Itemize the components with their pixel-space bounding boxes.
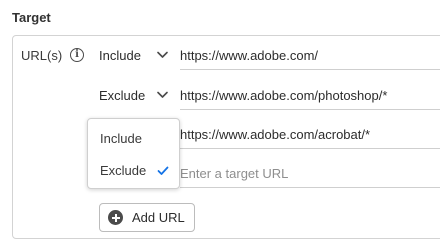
- mode-select-value: Exclude: [99, 88, 146, 103]
- url-input-row-2[interactable]: https://www.adobe.com/photoshop/*: [180, 80, 440, 110]
- mode-select-row-2[interactable]: Exclude: [99, 88, 168, 103]
- dropdown-option-exclude[interactable]: Exclude: [100, 163, 146, 178]
- url-input-row-3[interactable]: https://www.adobe.com/acrobat/*: [180, 119, 440, 149]
- mode-select-row-1[interactable]: Include: [99, 48, 168, 63]
- chevron-down-icon: [157, 91, 168, 98]
- chevron-down-icon: [157, 51, 168, 58]
- checkmark-icon: [157, 166, 169, 175]
- add-url-button[interactable]: Add URL: [99, 203, 195, 232]
- info-icon[interactable]: i: [70, 48, 84, 62]
- section-title: Target: [12, 10, 51, 25]
- mode-select-value: Include: [99, 48, 141, 63]
- add-url-label: Add URL: [132, 210, 185, 225]
- new-url-input[interactable]: Enter a target URL: [180, 158, 440, 188]
- url-input-row-1[interactable]: https://www.adobe.com/: [180, 40, 440, 70]
- mode-dropdown-menu: Include Exclude: [87, 118, 180, 189]
- add-icon: [108, 210, 123, 225]
- dropdown-option-include[interactable]: Include: [100, 131, 142, 146]
- url-field-label: URL(s): [21, 48, 63, 63]
